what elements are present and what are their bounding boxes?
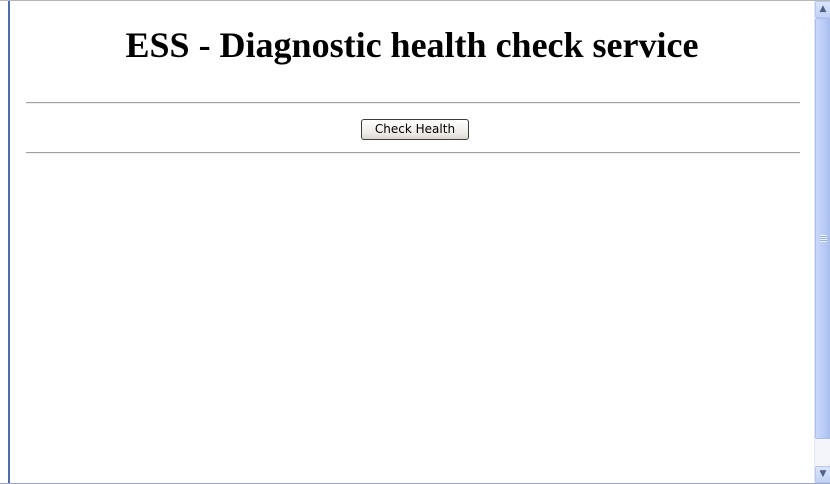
- check-health-button[interactable]: Check Health: [360, 119, 470, 140]
- browser-viewport: ESS - Diagnostic health check service Ch…: [0, 0, 830, 484]
- top-divider: [26, 102, 800, 104]
- scroll-thumb[interactable]: [815, 18, 830, 439]
- chevron-up-icon: ▲: [819, 4, 827, 14]
- bottom-divider: [26, 152, 800, 154]
- vertical-scrollbar[interactable]: ▲ ▼: [814, 1, 830, 483]
- page-title: ESS - Diagnostic health check service: [125, 25, 699, 65]
- chevron-down-icon: ▼: [819, 469, 827, 479]
- action-bar: Check Health: [10, 119, 814, 140]
- grip-icon: [820, 235, 827, 242]
- window-left-edge: [0, 1, 10, 483]
- scroll-down-button[interactable]: ▼: [815, 466, 830, 483]
- page-content: ESS - Diagnostic health check service Ch…: [10, 1, 814, 483]
- scroll-up-button[interactable]: ▲: [815, 1, 830, 18]
